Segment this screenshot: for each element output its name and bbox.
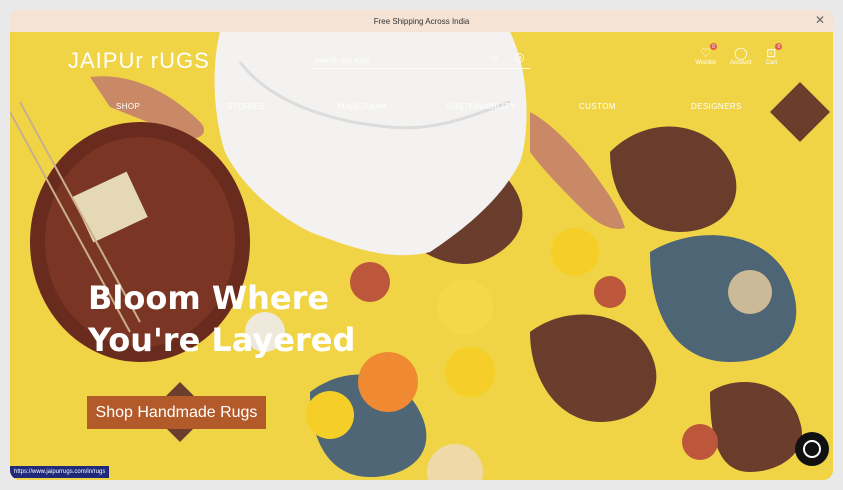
user-icon: ◯ xyxy=(734,46,748,60)
browser-frame: Free Shipping Across India ✕ JAIPUr rUGS… xyxy=(0,0,843,490)
search-input[interactable] xyxy=(312,51,486,69)
nav-sustainability[interactable]: SUSTAINABILITY xyxy=(446,102,515,111)
cart-link[interactable]: ⊡ 0 Cart xyxy=(765,43,783,66)
search-icon[interactable]: ⌕ xyxy=(492,50,499,65)
hero-line-2: You're Layered xyxy=(88,320,356,359)
header-utilities: ♡ 0 Wishlist ◯ Account ⊡ 0 Cart xyxy=(695,43,783,66)
chat-icon xyxy=(803,440,821,458)
cart-label: Cart xyxy=(765,60,777,66)
wishlist-link[interactable]: ♡ 0 Wishlist xyxy=(695,43,718,66)
chat-button[interactable] xyxy=(795,432,829,466)
announcement-text: Free Shipping Across India xyxy=(373,16,470,26)
account-link[interactable]: ◯ Account xyxy=(730,46,752,66)
shop-handmade-rugs-button[interactable]: Shop Handmade Rugs xyxy=(87,396,266,429)
site-logo[interactable]: JAIPUr rUGS xyxy=(68,48,210,74)
hero-line-1: Bloom Where xyxy=(88,279,330,317)
nav-custom[interactable]: CUSTOM xyxy=(579,102,616,111)
search-bar[interactable]: ⌕ ◎ xyxy=(310,50,530,69)
hero-headline: Bloom Where You're Layered xyxy=(88,278,355,361)
page-window: Free Shipping Across India ✕ JAIPUr rUGS… xyxy=(10,10,833,480)
heart-icon: ♡ 0 xyxy=(700,43,718,60)
camera-icon[interactable]: ◎ xyxy=(514,50,524,64)
cart-count-badge: 0 xyxy=(775,43,783,50)
account-label: Account xyxy=(729,60,752,66)
wishlist-count-badge: 0 xyxy=(710,43,718,50)
status-bar-url: https://www.jaipurrugs.com/in/rugs xyxy=(10,466,110,478)
main-nav: SHOP STORIES MANCHAHA SUSTAINABILITY CUS… xyxy=(10,102,833,116)
nav-stories[interactable]: STORIES xyxy=(227,102,265,111)
nav-designers[interactable]: DESIGNERS xyxy=(691,102,742,111)
site-header: JAIPUr rUGS ⌕ ◎ ♡0 Wishlist ◯ Account ⊡0… xyxy=(10,32,833,112)
announcement-bar: Free Shipping Across India ✕ xyxy=(10,10,833,32)
nav-manchaha[interactable]: MANCHAHA xyxy=(338,102,387,111)
nav-shop[interactable]: SHOP xyxy=(116,102,140,111)
close-icon[interactable]: ✕ xyxy=(813,13,827,27)
cart-icon: ⊡ 0 xyxy=(766,43,783,60)
wishlist-label: Wishlist xyxy=(695,60,716,66)
